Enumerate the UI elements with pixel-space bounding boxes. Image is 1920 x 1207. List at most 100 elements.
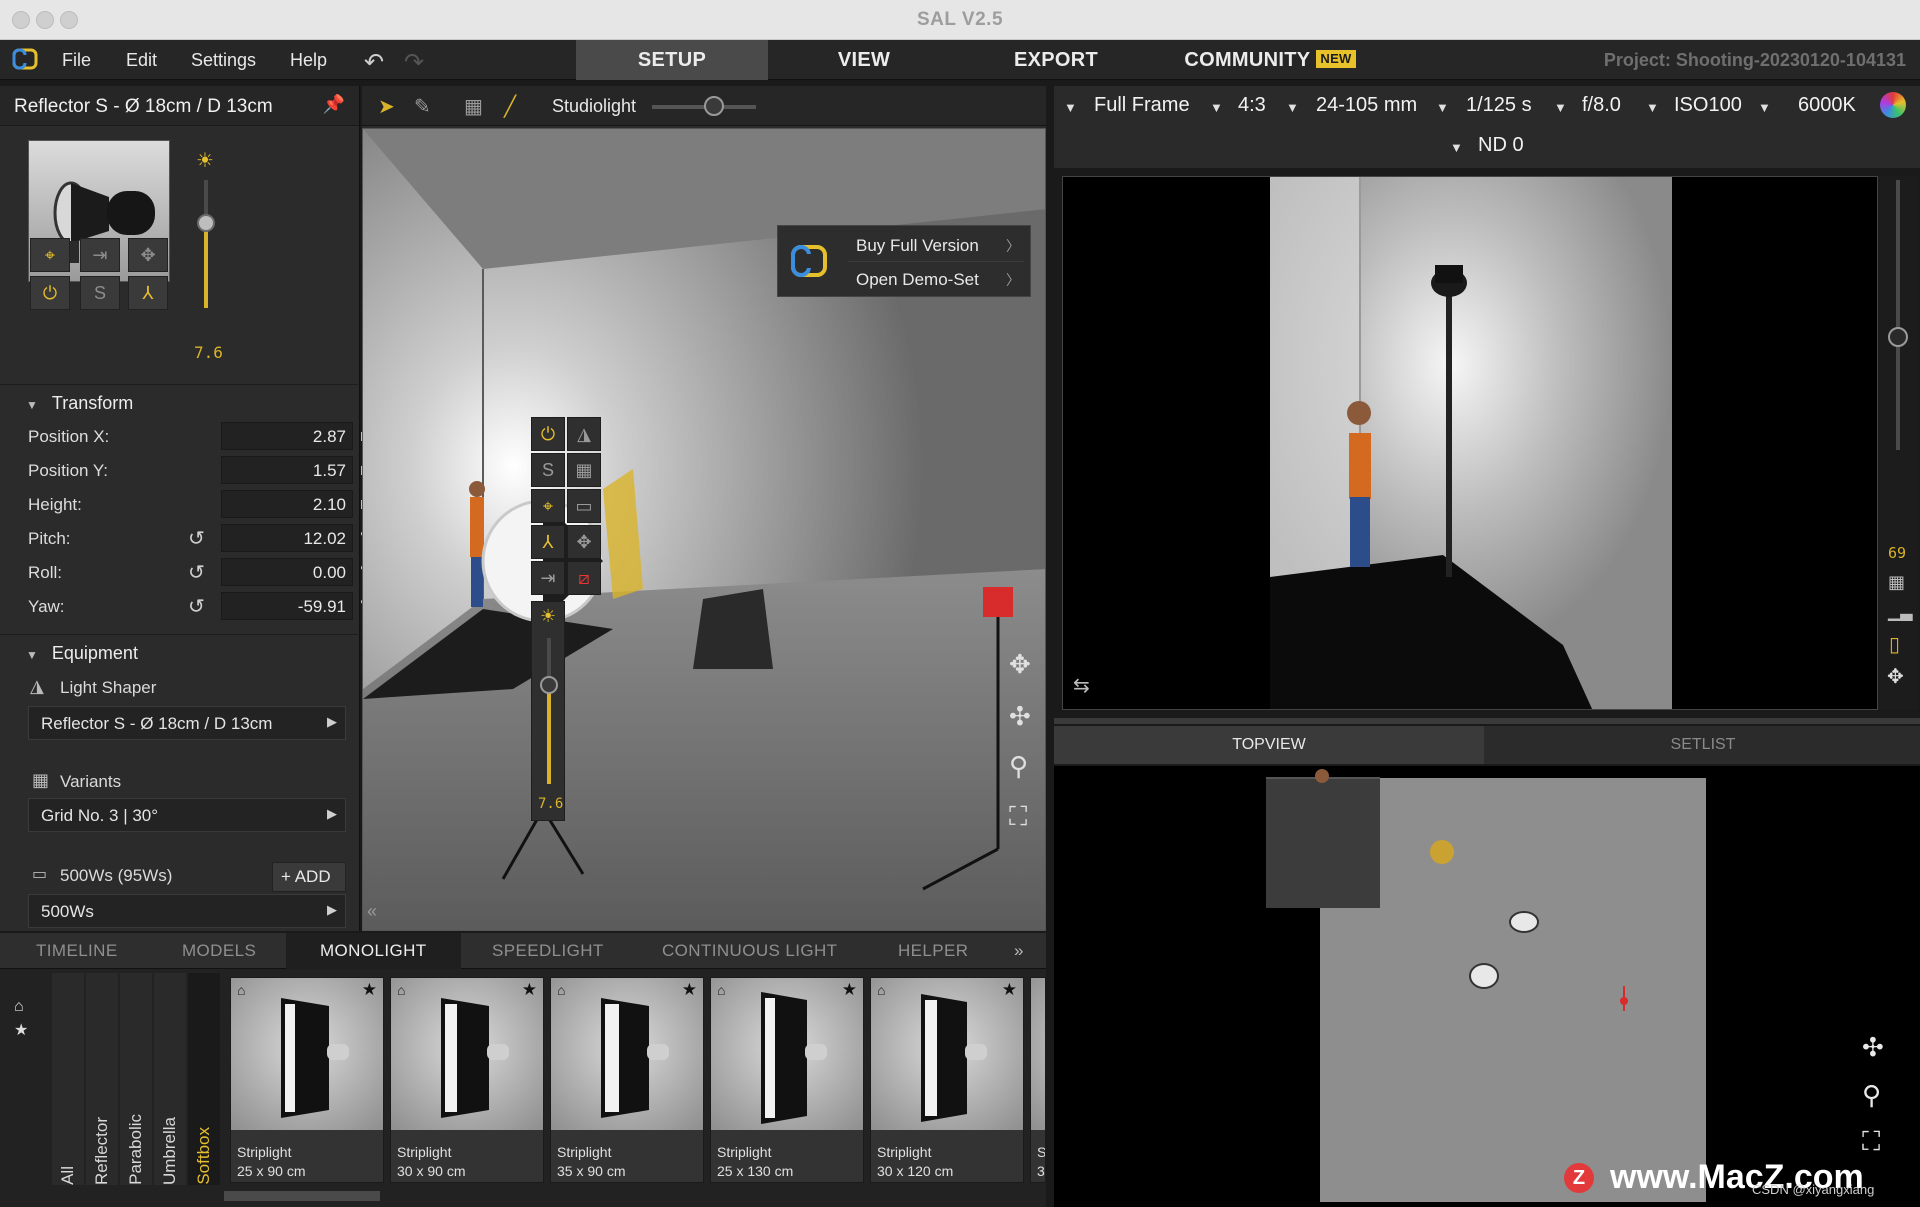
tab-models[interactable]: MODELS bbox=[182, 933, 256, 969]
library-item[interactable]: ⌂ ★ Striplight 35 x 90 cm bbox=[550, 977, 704, 1183]
undo-icon[interactable]: ↶ bbox=[364, 48, 384, 77]
library-item[interactable]: ⌂ ★ Striplight 30 x 90 cm bbox=[390, 977, 544, 1183]
roll-input[interactable]: 0.00 bbox=[221, 558, 353, 586]
tab-community[interactable]: COMMUNITY NEW bbox=[1160, 40, 1380, 80]
buy-full-version-item[interactable]: Buy Full Version 〉 bbox=[848, 228, 1024, 262]
orientation-icon[interactable]: ▯ bbox=[1889, 632, 1900, 657]
chevron-down-icon[interactable]: ▼ bbox=[1758, 100, 1771, 115]
collapse-panel-icon[interactable]: « bbox=[367, 901, 377, 922]
add-button[interactable]: + ADD bbox=[272, 862, 346, 892]
power-button[interactable]: ⏻ bbox=[30, 276, 70, 310]
chevron-down-icon[interactable]: ▼ bbox=[1286, 100, 1299, 115]
fit-view-icon[interactable]: ⛶ bbox=[1009, 801, 1027, 833]
star-icon[interactable]: ★ bbox=[842, 980, 857, 1000]
pitch-input[interactable]: 12.02 bbox=[221, 524, 353, 552]
lens-select[interactable]: 24-105 mm bbox=[1316, 94, 1417, 117]
reset-yaw-icon[interactable]: ↺ bbox=[188, 594, 205, 619]
reset-roll-icon[interactable]: ↺ bbox=[188, 560, 205, 585]
focus-slider-knob[interactable] bbox=[1888, 327, 1908, 347]
top-view[interactable]: ✣ ⚲ ⛶ bbox=[1054, 766, 1920, 1207]
library-item[interactable]: St 30 bbox=[1030, 977, 1046, 1183]
library-item[interactable]: ⌂ ★ Striplight 25 x 130 cm bbox=[710, 977, 864, 1183]
tab-setup[interactable]: SETUP bbox=[576, 40, 768, 80]
float-tripod-button[interactable]: ⅄ bbox=[531, 525, 565, 559]
float-target-button[interactable]: ⌖ bbox=[531, 489, 565, 523]
library-item[interactable]: ⌂ ★ Striplight 25 x 90 cm bbox=[230, 977, 384, 1183]
grid-overlay-icon[interactable]: ▦ bbox=[1888, 572, 1905, 593]
library-item[interactable]: ⌂ ★ Striplight 30 x 120 cm bbox=[870, 977, 1024, 1183]
studiolight-slider-knob[interactable] bbox=[704, 96, 724, 116]
position-y-input[interactable]: 1.57 bbox=[221, 456, 353, 484]
tab-monolight[interactable]: MONOLIGHT bbox=[286, 933, 461, 969]
histogram-icon[interactable]: ▁▃ bbox=[1888, 602, 1913, 622]
zoom-icon[interactable]: ⚲ bbox=[1862, 1080, 1881, 1111]
chevron-down-icon[interactable]: ▼ bbox=[1436, 100, 1449, 115]
aspect-ratio-select[interactable]: 4:3 bbox=[1238, 94, 1266, 117]
float-move-to-button[interactable]: ⇥ bbox=[531, 561, 565, 595]
category-reflector[interactable]: Reflector bbox=[86, 973, 118, 1185]
light-shaper-select[interactable]: Reflector S - Ø 18cm / D 13cm ▶ bbox=[28, 706, 346, 740]
chevron-down-icon[interactable]: ▼ bbox=[1554, 100, 1567, 115]
tab-helper[interactable]: HELPER bbox=[898, 933, 968, 969]
chevron-down-icon[interactable]: ▼ bbox=[1064, 100, 1077, 115]
home-filter-icon[interactable]: ⌂ bbox=[14, 995, 28, 1019]
move-button[interactable]: ✥ bbox=[128, 238, 168, 272]
menu-settings[interactable]: Settings bbox=[191, 50, 256, 71]
star-icon[interactable]: ★ bbox=[522, 980, 537, 1000]
tripod-button[interactable]: ⅄ bbox=[128, 276, 168, 310]
iso-select[interactable]: ISO100 bbox=[1674, 94, 1742, 117]
solo-button[interactable]: S bbox=[80, 276, 120, 310]
float-intensity-knob[interactable] bbox=[540, 676, 558, 694]
measure-ruler-icon[interactable]: ✎ bbox=[414, 94, 431, 119]
pin-icon[interactable]: 📌 bbox=[323, 94, 345, 115]
camera-move-icon[interactable]: ✥ bbox=[1887, 664, 1904, 689]
float-flash-button[interactable]: ▭ bbox=[567, 489, 601, 523]
shutter-select[interactable]: 1/125 s bbox=[1466, 94, 1532, 117]
tab-view[interactable]: VIEW bbox=[768, 40, 960, 80]
line-tool-icon[interactable]: ╱ bbox=[504, 94, 516, 119]
sensor-select[interactable]: Full Frame bbox=[1094, 94, 1190, 117]
aperture-select[interactable]: f/8.0 bbox=[1582, 94, 1621, 117]
height-input[interactable]: 2.10 bbox=[221, 490, 353, 518]
white-balance-select[interactable]: 6000K bbox=[1798, 94, 1856, 117]
more-tabs-icon[interactable]: » bbox=[1014, 933, 1024, 969]
color-picker-icon[interactable] bbox=[1880, 92, 1906, 118]
fit-view-icon[interactable]: ⛶ bbox=[1862, 1126, 1880, 1158]
tab-timeline[interactable]: TIMELINE bbox=[36, 933, 118, 969]
tab-export[interactable]: EXPORT bbox=[960, 40, 1152, 80]
float-power-button[interactable]: ⏻ bbox=[531, 417, 565, 451]
category-softbox[interactable]: Softbox bbox=[188, 973, 220, 1185]
tab-setlist[interactable]: SETLIST bbox=[1486, 726, 1920, 764]
chevron-down-icon[interactable]: ▼ bbox=[1646, 100, 1659, 115]
menu-help[interactable]: Help bbox=[290, 50, 327, 71]
move-to-button[interactable]: ⇥ bbox=[80, 238, 120, 272]
category-umbrella[interactable]: Umbrella bbox=[154, 973, 186, 1185]
category-all[interactable]: All bbox=[52, 973, 84, 1185]
equipment-section-header[interactable]: ▼ Equipment bbox=[0, 634, 358, 668]
nd-filter-select[interactable]: ND 0 bbox=[1478, 134, 1524, 157]
swap-view-icon[interactable]: ⇆ bbox=[1073, 673, 1090, 698]
float-light-shaper-button[interactable]: ◮ bbox=[567, 417, 601, 451]
select-arrow-icon[interactable]: ➤ bbox=[378, 94, 395, 119]
star-icon[interactable]: ★ bbox=[1002, 980, 1017, 1000]
tab-continuous-light[interactable]: CONTINUOUS LIGHT bbox=[662, 933, 837, 969]
intensity-slider-knob[interactable] bbox=[197, 214, 215, 232]
reset-pitch-icon[interactable]: ↺ bbox=[188, 526, 205, 551]
grid-icon[interactable]: ▦ bbox=[464, 94, 483, 119]
library-scrollbar[interactable] bbox=[224, 1191, 380, 1201]
power-select[interactable]: 500Ws ▶ bbox=[28, 894, 346, 928]
pan-icon[interactable]: ✣ bbox=[1009, 701, 1031, 732]
menu-edit[interactable]: Edit bbox=[126, 50, 157, 71]
focus-slider[interactable] bbox=[1896, 180, 1900, 450]
float-grid-button[interactable]: ▦ bbox=[567, 453, 601, 487]
yaw-input[interactable]: -59.91 bbox=[221, 592, 353, 620]
tab-topview[interactable]: TOPVIEW bbox=[1054, 726, 1484, 764]
float-gel-button[interactable]: ⧄ bbox=[567, 561, 601, 595]
star-filter-icon[interactable]: ★ bbox=[14, 1019, 28, 1043]
category-parabolic[interactable]: Parabolic bbox=[120, 973, 152, 1185]
split-divider[interactable] bbox=[1054, 718, 1920, 724]
menu-file[interactable]: File bbox=[62, 50, 91, 71]
zoom-icon[interactable]: ⚲ bbox=[1009, 751, 1028, 782]
transform-section-header[interactable]: ▼ Transform bbox=[0, 384, 358, 418]
star-icon[interactable]: ★ bbox=[682, 980, 697, 1000]
